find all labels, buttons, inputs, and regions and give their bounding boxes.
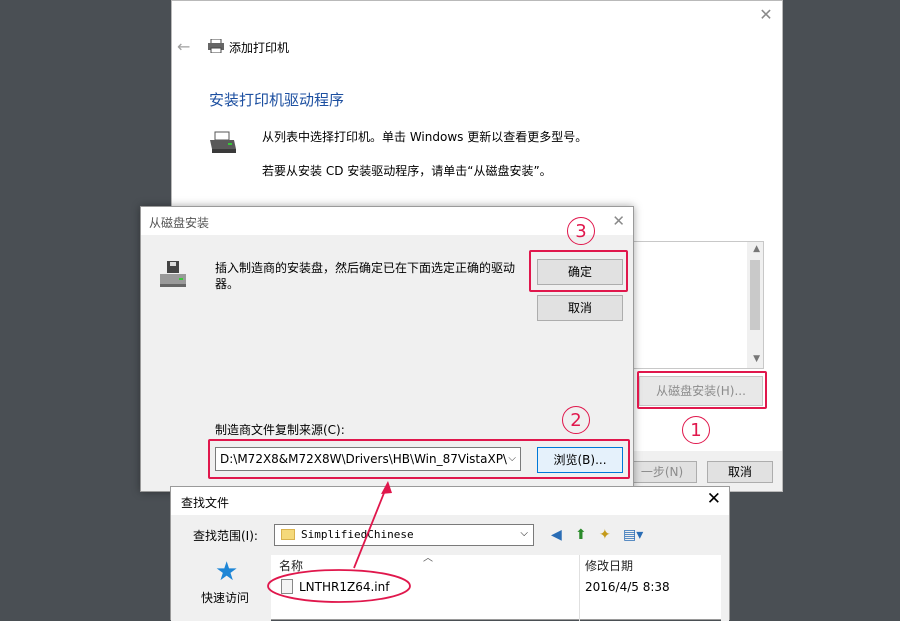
arrow-head: [381, 481, 392, 494]
annotation-overlay: [267, 481, 411, 603]
file-highlight-ellipse: [267, 569, 411, 603]
arrow-line: [353, 487, 387, 569]
